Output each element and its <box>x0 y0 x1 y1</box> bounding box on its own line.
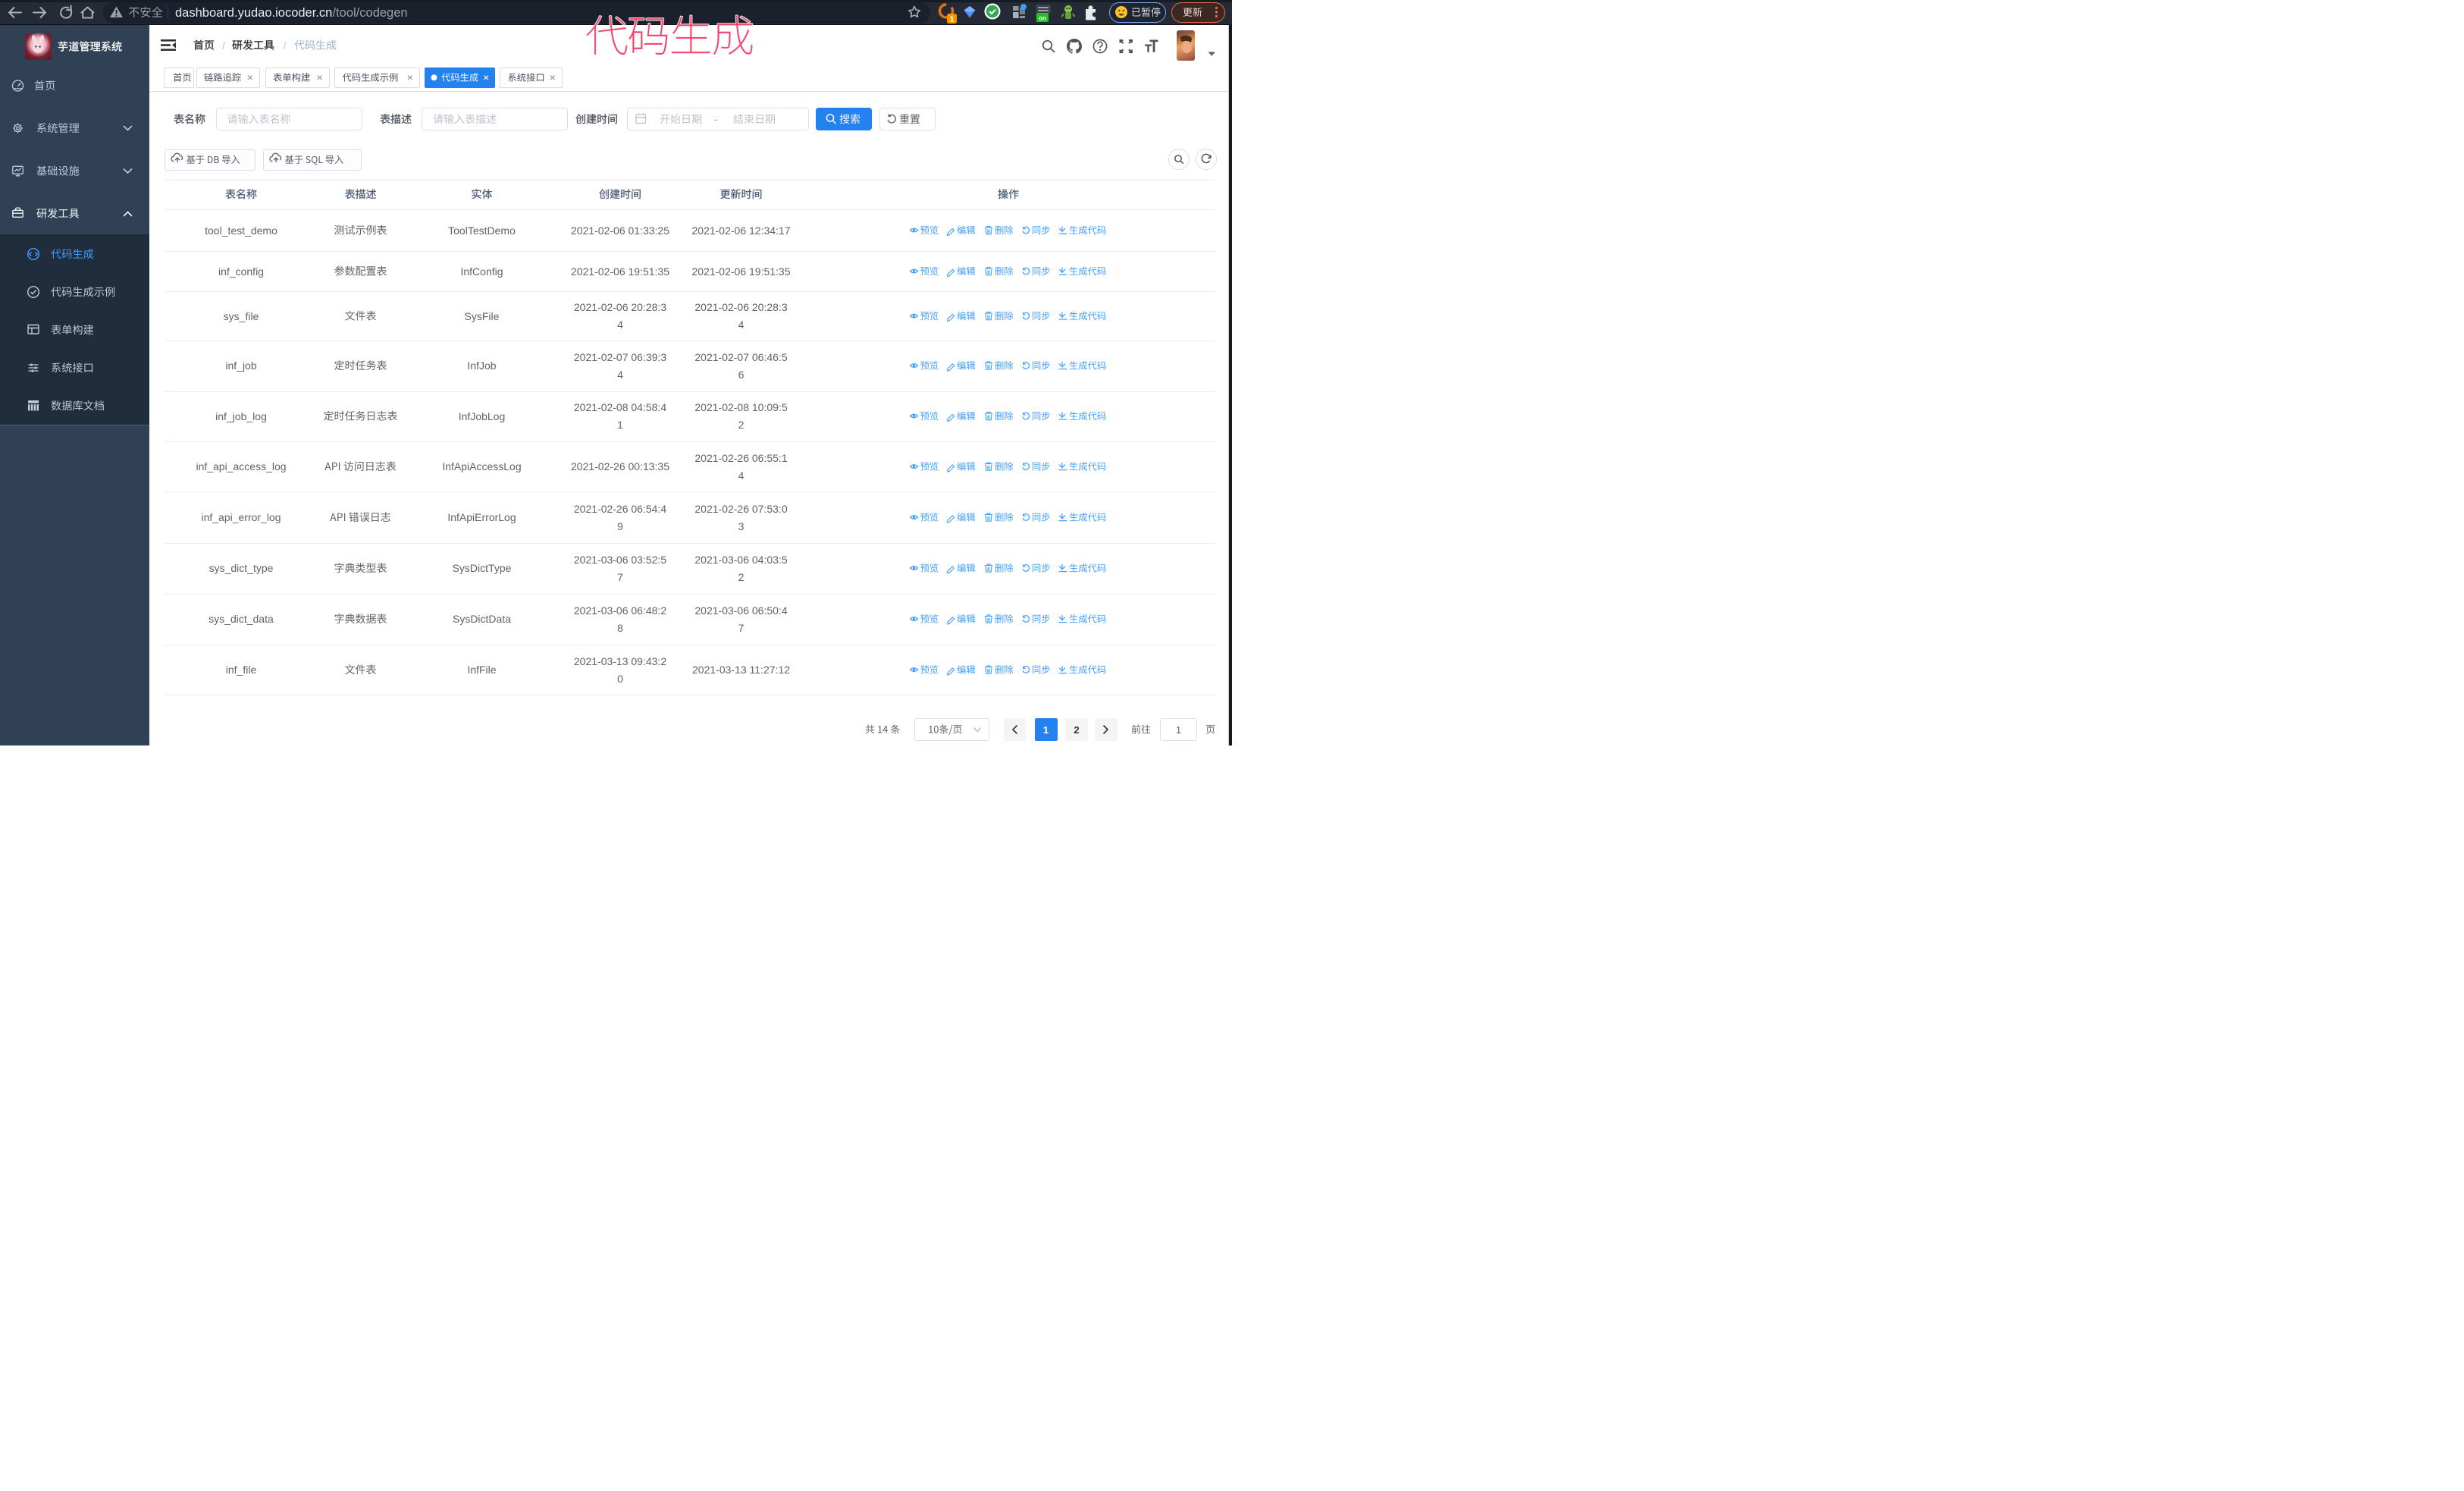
svg-text:on: on <box>1039 15 1046 22</box>
svg-text:1: 1 <box>950 15 955 24</box>
